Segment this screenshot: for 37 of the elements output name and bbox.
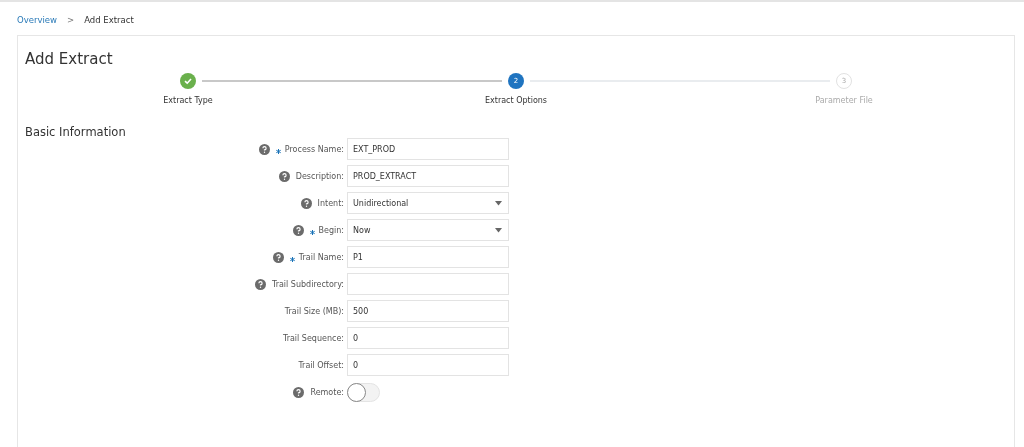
step-label: Extract Type [163, 96, 213, 105]
select-field[interactable]: Unidirectional [347, 192, 509, 214]
help-icon[interactable] [293, 386, 305, 398]
step-label: Parameter File [815, 96, 873, 105]
field-label: Trail Subdirectory: [271, 279, 344, 289]
field-label: Trail Sequence: [282, 333, 344, 343]
help-icon[interactable] [254, 278, 266, 290]
help-icon[interactable] [278, 170, 290, 182]
field-label: Trail Offset: [298, 360, 344, 370]
page-title: Add Extract [25, 49, 114, 70]
field-label: Process Name: [284, 144, 344, 154]
help-icon[interactable] [258, 143, 270, 155]
input-field[interactable]: 0 [347, 327, 509, 349]
input-field[interactable]: EXT_PROD [347, 138, 509, 160]
input-field[interactable]: P1 [347, 246, 509, 268]
input-field[interactable]: 0 [347, 354, 509, 376]
breadcrumb-current: Add Extract [84, 14, 134, 25]
help-icon[interactable] [292, 224, 304, 236]
toggle-switch[interactable] [347, 382, 380, 402]
section-title: Basic Information [25, 125, 127, 141]
help-icon[interactable] [300, 197, 312, 209]
input-field[interactable] [347, 273, 509, 295]
select-field[interactable]: Now [347, 219, 509, 241]
field-label: Trail Name: [298, 252, 344, 262]
field-label: Begin: [318, 225, 344, 235]
field-label: Trail Size (MB): [284, 306, 344, 316]
step-label: Extract Options [484, 96, 548, 105]
dropdown-caret-icon[interactable] [495, 200, 502, 206]
breadcrumb-separator: > [67, 14, 75, 25]
help-icon[interactable] [272, 251, 284, 263]
input-field[interactable]: 500 [347, 300, 509, 322]
dropdown-caret-icon[interactable] [495, 227, 502, 233]
input-field[interactable]: PROD_EXTRACT [347, 165, 509, 187]
field-label: Remote: [310, 387, 344, 397]
field-label: Description: [295, 171, 344, 181]
breadcrumb-link[interactable]: Overview [17, 14, 58, 25]
field-label: Intent: [317, 198, 344, 208]
